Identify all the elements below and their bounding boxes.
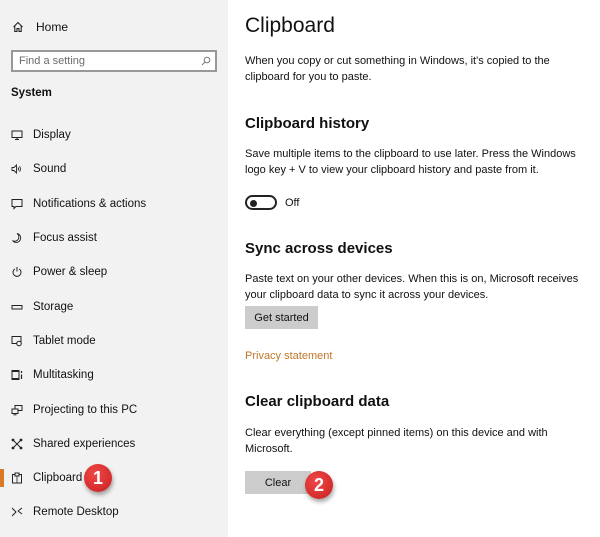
sidebar-item-focus-assist[interactable]: Focus assist [0,221,228,255]
search-box[interactable] [11,50,217,72]
sidebar-item-sound[interactable]: Sound [0,152,228,186]
remote-desktop-icon [11,506,23,518]
page-title: Clipboard [245,14,335,37]
sidebar-item-label: Shared experiences [33,437,136,450]
clear-clipboard-heading: Clear clipboard data [245,393,390,410]
sync-heading: Sync across devices [245,240,393,257]
sound-icon [11,163,23,175]
search-input[interactable] [19,55,189,67]
section-label-system: System [11,87,52,99]
multitasking-icon [11,369,23,381]
search-icon[interactable] [201,56,211,66]
sidebar-item-shared-experiences[interactable]: Shared experiences [0,427,228,461]
sidebar-item-label: Remote Desktop [33,506,119,519]
sidebar-item-notifications[interactable]: Notifications & actions [0,187,228,221]
sidebar-item-tablet-mode[interactable]: Tablet mode [0,324,228,358]
tablet-mode-icon [11,335,23,347]
step-badge-2: 2 [305,471,333,499]
clipboard-history-toggle[interactable] [245,195,277,210]
power-icon [11,266,23,278]
shared-experiences-icon [11,438,23,450]
home-label: Home [36,20,69,34]
sidebar-item-label: Storage [33,300,74,313]
step-badge-1: 1 [84,464,112,492]
moon-icon [11,232,23,244]
clipboard-history-description: Save multiple items to the clipboard to … [245,148,576,176]
notifications-icon [11,198,23,210]
clear-button[interactable]: Clear [245,471,311,494]
projecting-icon [11,404,23,416]
sidebar-item-label: Multitasking [33,369,94,382]
sidebar-item-display[interactable]: Display [0,118,228,152]
sidebar-item-label: Tablet mode [33,334,96,347]
get-started-button[interactable]: Get started [245,306,318,329]
sidebar-item-power-sleep[interactable]: Power & sleep [0,255,228,289]
sidebar-item-label: Notifications & actions [33,197,147,210]
sidebar-item-projecting[interactable]: Projecting to this PC [0,392,228,426]
clipboard-icon [11,472,23,484]
home-icon [13,21,23,33]
sidebar-item-label: Display [33,129,71,142]
sidebar-nav: Display Sound Notifications & actions Fo… [0,118,228,530]
display-icon [11,129,23,141]
sidebar-item-label: Clipboard [33,472,83,485]
home-nav-item[interactable]: Home [12,18,68,36]
clipboard-history-toggle-state: Off [285,197,300,209]
sidebar-item-label: Sound [33,163,67,176]
intro-text: When you copy or cut something in Window… [245,55,550,83]
sidebar-item-label: Focus assist [33,232,97,245]
sidebar-item-storage[interactable]: Storage [0,289,228,323]
clear-clipboard-description: Clear everything (except pinned items) o… [245,427,548,455]
sidebar-item-remote-desktop[interactable]: Remote Desktop [0,495,228,529]
sidebar-item-clipboard[interactable]: Clipboard [0,461,228,495]
sidebar-item-label: Power & sleep [33,266,108,279]
sidebar-item-multitasking[interactable]: Multitasking [0,358,228,392]
storage-icon [11,301,23,313]
sidebar-item-label: Projecting to this PC [33,403,138,416]
privacy-statement-link[interactable]: Privacy statement [245,350,332,362]
settings-sidebar: Home System Display Sound Notifications … [0,0,228,537]
sync-description: Paste text on your other devices. When t… [245,273,579,301]
clipboard-history-heading: Clipboard history [245,115,370,132]
